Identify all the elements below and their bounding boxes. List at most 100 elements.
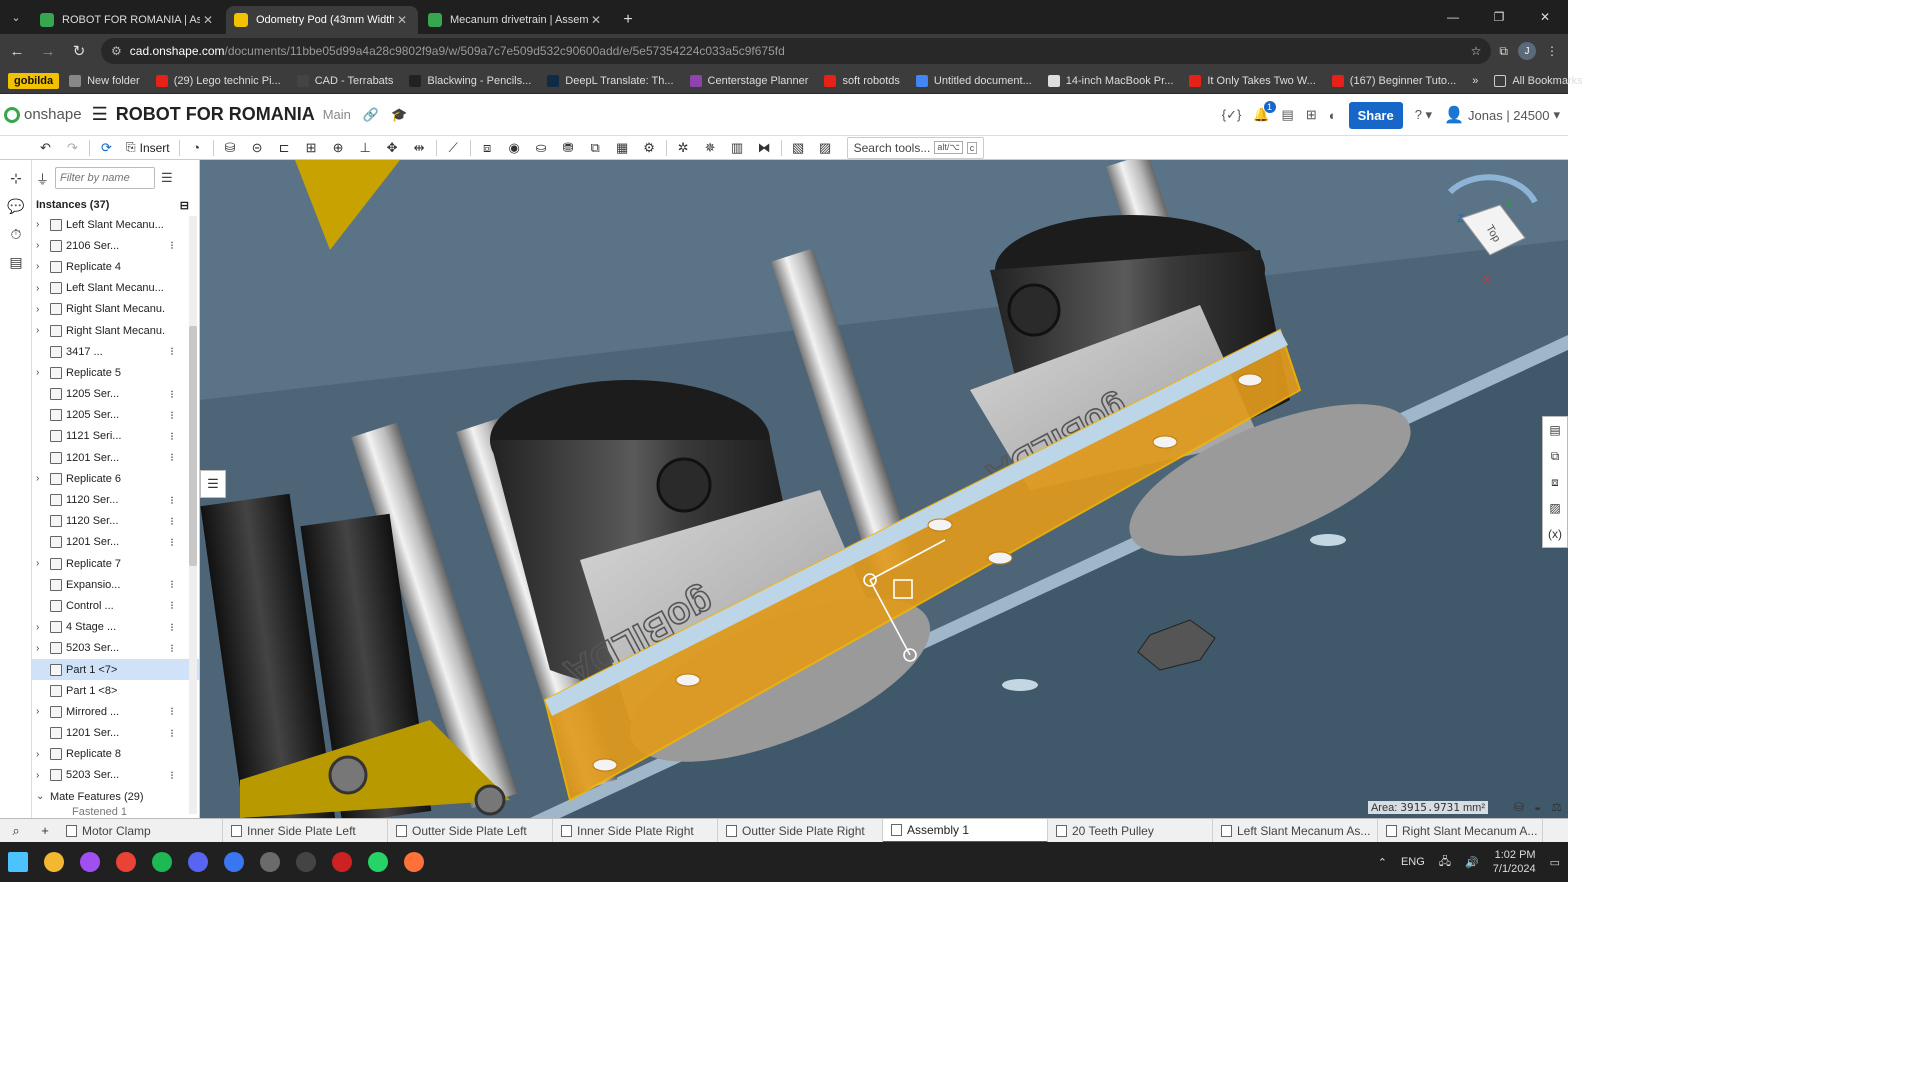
bookmark-star-icon[interactable]: ☆ <box>1471 44 1482 58</box>
chrome-icon[interactable] <box>108 842 144 882</box>
notifications-icon[interactable]: 🔔 1 <box>1253 101 1276 123</box>
bookmark-item[interactable]: (29) Lego technic Pi... <box>150 73 287 89</box>
configuration-panel-icon[interactable]: ⧉ <box>1543 443 1567 469</box>
chrome-menu-icon[interactable]: ⋮ <box>1546 44 1558 58</box>
chevron-right-icon[interactable]: › <box>36 770 50 781</box>
bookmark-item[interactable]: Untitled document... <box>910 73 1038 89</box>
clock[interactable]: 1:02 PM 7/1/2024 <box>1493 848 1536 876</box>
instances-header[interactable]: Instances (37) ⊟ <box>32 196 199 214</box>
view-tools-icon[interactable]: ⛁ <box>1514 800 1524 814</box>
panel-scrollbar[interactable] <box>189 216 197 814</box>
list-toggle-icon[interactable]: ☰ <box>200 470 226 498</box>
close-window-icon[interactable]: ✕ <box>1522 0 1568 34</box>
slider-mate-icon[interactable]: ⊏ <box>271 137 298 159</box>
bookmark-item[interactable]: Centerstage Planner <box>684 73 815 89</box>
mate-connector-icon[interactable]: ⁝ <box>166 388 178 401</box>
variables-icon[interactable]: (x) <box>1543 521 1567 547</box>
language-indicator[interactable]: ENG <box>1401 856 1425 868</box>
pin-slot-mate-icon[interactable]: ⊥ <box>352 137 379 159</box>
cylindrical-mate-icon[interactable]: ⊕ <box>325 137 352 159</box>
mate-connector-icon[interactable]: ⁝ <box>166 705 178 718</box>
onshape-logo[interactable]: onshape <box>4 106 82 123</box>
instance-row[interactable]: 1121 Seri... ⁝ <box>32 426 199 447</box>
tab-manager-icon[interactable]: ⌕ <box>0 819 32 843</box>
document-tab[interactable]: Assembly 1 <box>883 818 1048 843</box>
render-mode-icon[interactable]: ◒ <box>1534 800 1541 814</box>
chevron-right-icon[interactable]: › <box>36 558 50 569</box>
link-icon[interactable]: 🔗 <box>363 107 379 123</box>
document-tab[interactable]: Outter Side Plate Right <box>718 818 883 843</box>
chevron-right-icon[interactable]: › <box>36 473 50 484</box>
tray-overflow-icon[interactable]: ⌃ <box>1378 856 1387 869</box>
mate-connector-icon[interactable]: ⁝ <box>166 727 178 740</box>
chevron-right-icon[interactable]: › <box>36 219 50 230</box>
file-explorer-icon[interactable] <box>36 842 72 882</box>
insert-button[interactable]: ⎘ Insert <box>120 140 176 155</box>
discord-icon[interactable] <box>180 842 216 882</box>
instance-row[interactable]: › 2106 Ser... ⁝ <box>32 235 199 256</box>
pattern-icon[interactable]: ⛃ <box>555 137 582 159</box>
chevron-right-icon[interactable]: › <box>36 240 50 251</box>
section-view-icon[interactable]: ▨ <box>812 137 839 159</box>
cad-scene[interactable]: goBILDA goBILDA <box>200 160 1568 818</box>
messenger-icon[interactable] <box>72 842 108 882</box>
list-view-icon[interactable]: ☰ <box>161 170 173 186</box>
instance-row[interactable]: 1201 Ser... ⁝ <box>32 447 199 468</box>
instance-row[interactable]: › Replicate 8 <box>32 744 199 765</box>
featurescript-icon[interactable]: {✓} <box>1222 107 1242 123</box>
workspace-branch[interactable]: Main <box>323 107 351 122</box>
gear-relation-icon[interactable]: ✲ <box>670 137 697 159</box>
profile-avatar[interactable]: J <box>1518 42 1536 60</box>
browser-tab[interactable]: Mecanum drivetrain | Assembly ✕ <box>420 6 612 34</box>
mate-connector-icon[interactable]: ⁝ <box>166 345 178 358</box>
user-menu[interactable]: 👤 Jonas | 24500 ▾ <box>1444 105 1560 125</box>
screw-relation-icon[interactable]: ▥ <box>724 137 751 159</box>
bom-icon[interactable]: ▤ <box>0 248 32 276</box>
windows-start-icon[interactable] <box>0 842 36 882</box>
regenerate-icon[interactable]: ⟳ <box>93 137 120 159</box>
instance-row[interactable]: › Mirrored ... ⁝ <box>32 701 199 722</box>
filter-input[interactable] <box>55 167 156 189</box>
instance-row[interactable]: › 5203 Ser... ⁝ <box>32 765 199 786</box>
bookmark-item[interactable]: New folder <box>63 73 146 89</box>
document-title[interactable]: ROBOT FOR ROMANIA <box>116 104 315 125</box>
autodesk-icon[interactable] <box>324 842 360 882</box>
document-tab[interactable]: Inner Side Plate Left <box>223 818 388 843</box>
document-tab[interactable]: Inner Side Plate Right <box>553 818 718 843</box>
bookmark-item[interactable]: (167) Beginner Tuto... <box>1326 73 1462 89</box>
mate-connector-icon[interactable]: ⁝ <box>166 536 178 549</box>
chevron-right-icon[interactable]: › <box>36 706 50 717</box>
instance-row[interactable]: 1201 Ser... ⁝ <box>32 723 199 744</box>
instance-row[interactable]: › Replicate 4 <box>32 256 199 277</box>
tab-search-icon[interactable]: ⌄ <box>0 0 32 34</box>
bookmark-item[interactable]: gobilda <box>8 72 60 89</box>
new-folder-icon[interactable]: ⊟ <box>180 199 189 212</box>
back-icon[interactable]: ← <box>3 37 31 65</box>
mate-connector-icon[interactable]: ⁝ <box>166 451 178 464</box>
group-icon[interactable]: ⧈ <box>474 137 501 159</box>
browser-tab[interactable]: ROBOT FOR ROMANIA | Assem ✕ <box>32 6 224 34</box>
browser-tab-active[interactable]: Odometry Pod (43mm Width, 4 ✕ <box>226 6 418 34</box>
instance-row[interactable]: 1120 Ser... ⁝ <box>32 489 199 510</box>
instance-row[interactable]: › 4 Stage ... ⁝ <box>32 617 199 638</box>
app-store-icon[interactable]: ⊞ <box>1306 107 1317 123</box>
chevron-right-icon[interactable]: › <box>36 283 50 294</box>
mate-connector-icon[interactable]: ⁝ <box>166 430 178 443</box>
site-info-icon[interactable]: ⚙ <box>111 44 122 58</box>
document-tab[interactable]: Motor Clamp <box>58 818 223 843</box>
minimize-icon[interactable]: — <box>1430 0 1476 34</box>
document-tab[interactable]: Outter Side Plate Left <box>388 818 553 843</box>
mate-connector-icon[interactable]: ⁝ <box>166 621 178 634</box>
revolute-mate-icon[interactable]: ⊝ <box>244 137 271 159</box>
exploded-views-icon[interactable]: ▨ <box>1543 495 1567 521</box>
replicate-icon[interactable]: ⛀ <box>528 137 555 159</box>
obs-icon[interactable] <box>288 842 324 882</box>
ball-mate-icon[interactable]: ✥ <box>379 137 406 159</box>
new-tab-button[interactable]: + <box>614 6 642 34</box>
mate-connector-icon[interactable]: ⁝ <box>166 578 178 591</box>
firefox-icon[interactable] <box>396 842 432 882</box>
signal-icon[interactable] <box>216 842 252 882</box>
help-icon[interactable]: ? ▾ <box>1415 107 1432 123</box>
instance-row[interactable]: Control ... ⁝ <box>32 595 199 616</box>
bookmark-item[interactable]: DeepL Translate: Th... <box>541 73 679 89</box>
